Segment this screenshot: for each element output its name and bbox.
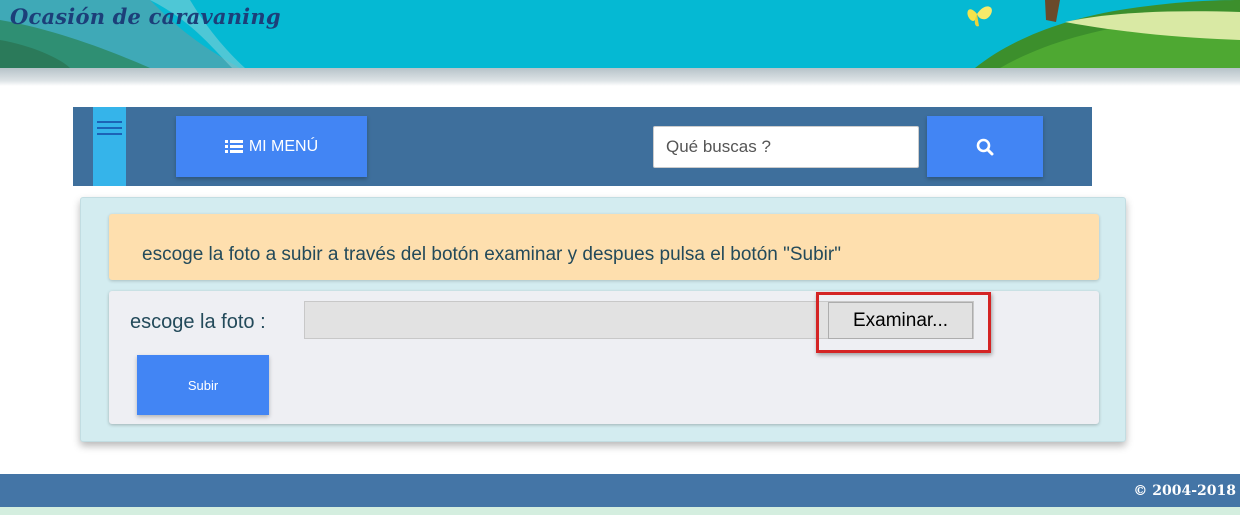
search-button[interactable] <box>927 116 1043 177</box>
footer: © 2004-2018 <box>0 474 1240 507</box>
instruction-text: escoge la foto a subir a través del botó… <box>142 244 841 265</box>
list-icon <box>224 139 243 154</box>
menu-toggle-button[interactable] <box>93 107 126 186</box>
banner-shadow <box>0 68 1240 86</box>
upload-form: escoge la foto : Examinar... Subir <box>109 291 1099 424</box>
my-menu-label: MI MENÚ <box>248 137 319 155</box>
submit-button[interactable]: Subir <box>137 355 269 415</box>
site-title: Ocasión de caravaning <box>10 4 281 29</box>
upload-panel: escoge la foto a subir a través del botó… <box>80 197 1126 442</box>
file-label: escoge la foto : <box>130 311 266 333</box>
instruction-notice: escoge la foto a subir a través del botó… <box>109 214 1099 280</box>
copyright-text: © 2004-2018 <box>1133 483 1236 499</box>
site-banner: Ocasión de caravaning <box>0 0 1240 68</box>
search-input[interactable] <box>653 126 919 168</box>
search-icon <box>976 138 994 155</box>
my-menu-button[interactable]: MI MENÚ <box>176 116 367 177</box>
footer-strip <box>0 507 1240 515</box>
nav-bar: MI MENÚ <box>73 107 1092 186</box>
browse-button[interactable]: Examinar... <box>828 302 973 339</box>
